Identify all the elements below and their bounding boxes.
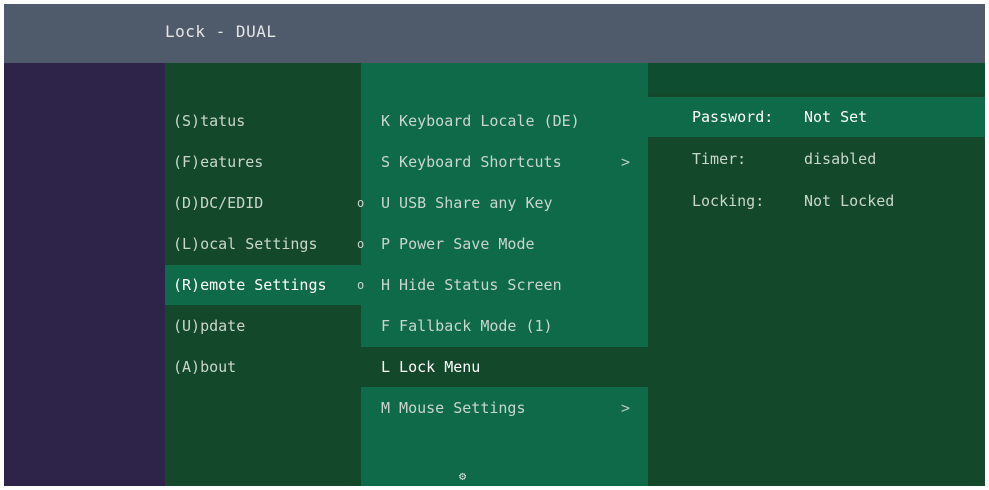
detail-row-timer[interactable]: Timer: disabled	[648, 139, 985, 179]
enabled-bullet-icon: o	[357, 196, 365, 210]
submenu-item-label: F Fallback Mode (1)	[381, 317, 553, 335]
submenu-item-keyboard-locale[interactable]: K Keyboard Locale (DE)	[361, 101, 648, 141]
menu-item-status[interactable]: (S)tatus	[165, 101, 361, 141]
submenu-item-label: U USB Share any Key	[381, 194, 553, 212]
detail-value: disabled	[804, 150, 877, 168]
submenu-item-fallback-mode[interactable]: F Fallback Mode (1)	[361, 306, 648, 346]
detail-row-password[interactable]: Password: Not Set	[648, 97, 985, 137]
submenu-item-label: P Power Save Mode	[381, 235, 535, 253]
app-window: Lock - DUAL (S)tatus (F)eatures (D)DC/ED…	[4, 4, 985, 486]
scroll-indicator-icon: ⚙	[459, 469, 467, 483]
submenu-item-label: S Keyboard Shortcuts	[381, 153, 562, 171]
submenu-item-label: M Mouse Settings	[381, 399, 526, 417]
submenu-item-label: H Hide Status Screen	[381, 276, 562, 294]
remote-settings-submenu: K Keyboard Locale (DE) S Keyboard Shortc…	[357, 63, 648, 486]
menu-item-features[interactable]: (F)eatures	[165, 142, 361, 182]
submenu-item-label: K Keyboard Locale (DE)	[381, 112, 580, 130]
title-bar: Lock - DUAL	[4, 4, 985, 63]
submenu-item-keyboard-shortcuts[interactable]: S Keyboard Shortcuts >	[361, 142, 648, 182]
menu-item-about[interactable]: (A)bout	[165, 347, 361, 387]
detail-header-strip	[648, 63, 985, 93]
detail-value: Not Set	[804, 108, 868, 126]
chevron-right-icon: >	[620, 399, 630, 417]
detail-key: Timer:	[692, 150, 747, 168]
submenu-item-label: L Lock Menu	[381, 358, 481, 376]
lock-detail-panel: Password: Not Set Timer: disabled Lockin…	[648, 63, 985, 486]
submenu-item-usb-share[interactable]: o U USB Share any Key	[357, 183, 648, 223]
menu-item-ddc-edid[interactable]: (D)DC/EDID	[165, 183, 361, 223]
submenu-item-mouse-settings[interactable]: M Mouse Settings >	[361, 388, 648, 428]
submenu-item-hide-status-screen[interactable]: o H Hide Status Screen	[357, 265, 648, 305]
detail-key: Locking:	[692, 192, 765, 210]
submenu-item-power-save[interactable]: o P Power Save Mode	[357, 224, 648, 264]
detail-row-locking[interactable]: Locking: Not Locked	[648, 181, 985, 221]
chevron-right-icon: >	[620, 153, 630, 171]
detail-key: Password:	[692, 108, 774, 126]
menu-item-local-settings[interactable]: (L)ocal Settings	[165, 224, 361, 264]
menu-item-update[interactable]: (U)pdate	[165, 306, 361, 346]
detail-value: Not Locked	[804, 192, 895, 210]
enabled-bullet-icon: o	[357, 237, 365, 251]
window-title: Lock - DUAL	[165, 22, 277, 41]
submenu-item-lock-menu[interactable]: L Lock Menu	[361, 347, 648, 387]
main-menu: (S)tatus (F)eatures (D)DC/EDID (L)ocal S…	[165, 63, 361, 486]
enabled-bullet-icon: o	[357, 278, 365, 292]
menu-item-remote-settings[interactable]: (R)emote Settings	[165, 265, 361, 305]
